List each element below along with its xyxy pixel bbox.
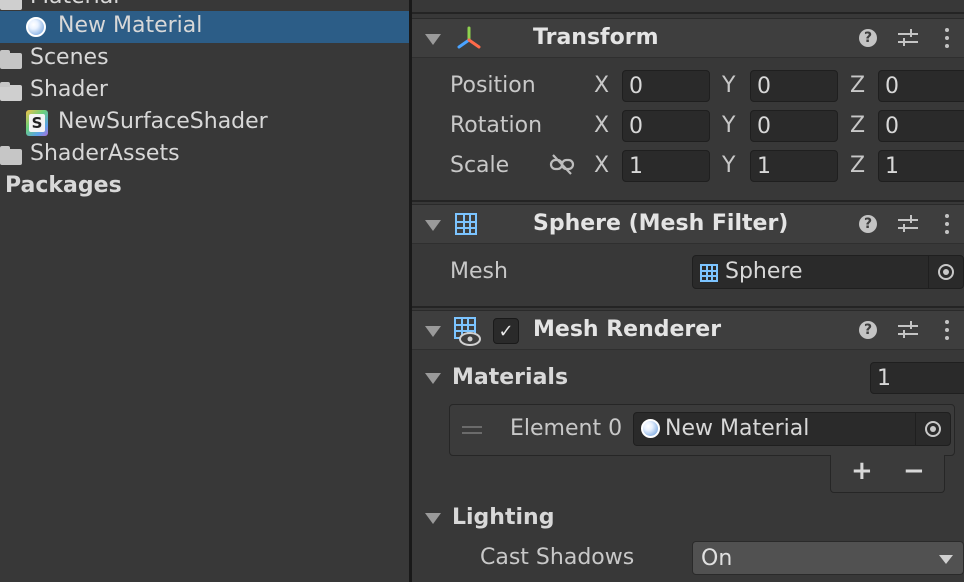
lighting-label[interactable]: Lighting	[452, 505, 554, 530]
materials-list: Element 0 New Material	[449, 404, 955, 456]
tree-item-scenes[interactable]: Scenes	[0, 43, 409, 75]
remove-element-button[interactable]: −	[903, 458, 925, 484]
drag-handle-icon[interactable]	[462, 426, 482, 434]
mesh-filter-icon	[455, 213, 477, 235]
tree-item-shader[interactable]: Shader	[0, 75, 409, 107]
mesh-filter-header[interactable]: Sphere (Mesh Filter) ?	[412, 204, 964, 244]
axis-z-label[interactable]: Z	[850, 113, 865, 138]
materials-count-field[interactable]: 1	[870, 362, 964, 394]
rotation-y-field[interactable]: 0	[750, 110, 838, 142]
position-y-field[interactable]: 0	[750, 70, 838, 102]
tree-item-label: Material	[30, 0, 119, 9]
folder-open-icon	[0, 82, 22, 101]
materials-label[interactable]: Materials	[452, 365, 568, 390]
tree-item-label: New Material	[58, 13, 203, 38]
project-panel: Material New Material Scenes Shader S Ne…	[0, 0, 409, 582]
help-icon[interactable]: ?	[859, 321, 877, 339]
transform-header[interactable]: Transform ?	[412, 18, 964, 58]
help-icon[interactable]: ?	[859, 29, 877, 47]
help-icon[interactable]: ?	[859, 215, 877, 233]
inspector-panel: Transform ? Position X 0 Y 0 Z 0 Rotatio…	[412, 0, 964, 582]
axis-z-label[interactable]: Z	[850, 153, 865, 178]
tree-item-new-surface-shader[interactable]: S NewSurfaceShader	[0, 107, 409, 139]
axis-y-label[interactable]: Y	[722, 73, 735, 98]
folder-open-icon	[0, 0, 22, 10]
axis-y-label[interactable]: Y	[722, 153, 735, 178]
axis-z-label[interactable]: Z	[850, 73, 865, 98]
separator	[412, 200, 964, 202]
element-0-label: Element 0	[510, 416, 623, 441]
rotation-label: Rotation	[450, 113, 543, 138]
foldout-arrow-icon[interactable]	[425, 326, 441, 337]
separator	[412, 12, 964, 14]
tree-item-label: Shader	[30, 77, 108, 102]
presets-icon[interactable]	[898, 29, 918, 47]
materials-foldout-icon[interactable]	[425, 373, 441, 384]
axis-x-label[interactable]: X	[594, 113, 609, 138]
dropdown-arrow-icon	[939, 555, 953, 564]
tree-item-new-material[interactable]: New Material	[0, 11, 409, 43]
tree-item-label: Scenes	[30, 45, 109, 70]
tree-item-shader-assets[interactable]: ShaderAssets	[0, 139, 409, 171]
foldout-arrow-icon[interactable]	[425, 220, 441, 231]
packages-label: Packages	[5, 173, 122, 198]
presets-icon[interactable]	[898, 321, 918, 339]
tree-item-label: ShaderAssets	[30, 141, 180, 166]
position-x-field[interactable]: 0	[622, 70, 710, 102]
scale-label: Scale	[450, 153, 510, 178]
rotation-z-field[interactable]: 0	[878, 110, 964, 142]
mesh-renderer-title: Mesh Renderer	[533, 317, 722, 342]
transform-axes-icon	[457, 26, 481, 49]
more-options-icon[interactable]	[945, 214, 949, 238]
rotation-x-field[interactable]: 0	[622, 110, 710, 142]
mesh-renderer-icon	[454, 317, 481, 346]
presets-icon[interactable]	[898, 215, 918, 233]
transform-title: Transform	[533, 25, 659, 50]
cast-shadows-value: On	[701, 545, 733, 571]
object-picker-icon[interactable]	[915, 413, 950, 445]
object-picker-icon[interactable]	[928, 256, 963, 288]
axis-x-label[interactable]: X	[594, 73, 609, 98]
tree-item-label: NewSurfaceShader	[58, 109, 268, 134]
scale-x-field[interactable]: 1	[622, 150, 710, 182]
position-z-field[interactable]: 0	[878, 70, 964, 102]
axis-x-label[interactable]: X	[594, 153, 609, 178]
material-value: New Material	[665, 416, 810, 441]
folder-icon	[0, 50, 22, 69]
add-element-button[interactable]: +	[851, 458, 873, 484]
enabled-checkbox[interactable]: ✓	[493, 318, 519, 344]
material-object-field[interactable]: New Material	[633, 412, 951, 446]
mesh-object-field[interactable]: Sphere	[692, 255, 964, 289]
mesh-icon	[700, 264, 718, 282]
unlinked-scale-icon[interactable]	[549, 154, 575, 176]
axis-y-label[interactable]: Y	[722, 113, 735, 138]
cast-shadows-dropdown[interactable]: On	[692, 541, 964, 575]
mesh-renderer-header[interactable]: ✓ Mesh Renderer ?	[412, 310, 964, 350]
position-label: Position	[450, 73, 536, 98]
scale-z-field[interactable]: 1	[878, 150, 964, 182]
more-options-icon[interactable]	[945, 320, 949, 344]
folder-icon	[0, 146, 22, 165]
lighting-foldout-icon[interactable]	[425, 513, 441, 524]
more-options-icon[interactable]	[945, 28, 949, 52]
mesh-value: Sphere	[725, 259, 803, 284]
list-add-remove-bar: + −	[830, 455, 945, 493]
material-icon	[641, 419, 660, 438]
material-icon	[26, 17, 46, 37]
mesh-label: Mesh	[450, 259, 508, 284]
mesh-filter-title: Sphere (Mesh Filter)	[533, 211, 789, 236]
cast-shadows-label: Cast Shadows	[480, 545, 635, 570]
shader-icon: S	[26, 110, 48, 136]
scale-y-field[interactable]: 1	[750, 150, 838, 182]
separator	[412, 306, 964, 308]
foldout-arrow-icon[interactable]	[425, 34, 441, 45]
tree-item-packages[interactable]: Packages	[0, 171, 409, 203]
